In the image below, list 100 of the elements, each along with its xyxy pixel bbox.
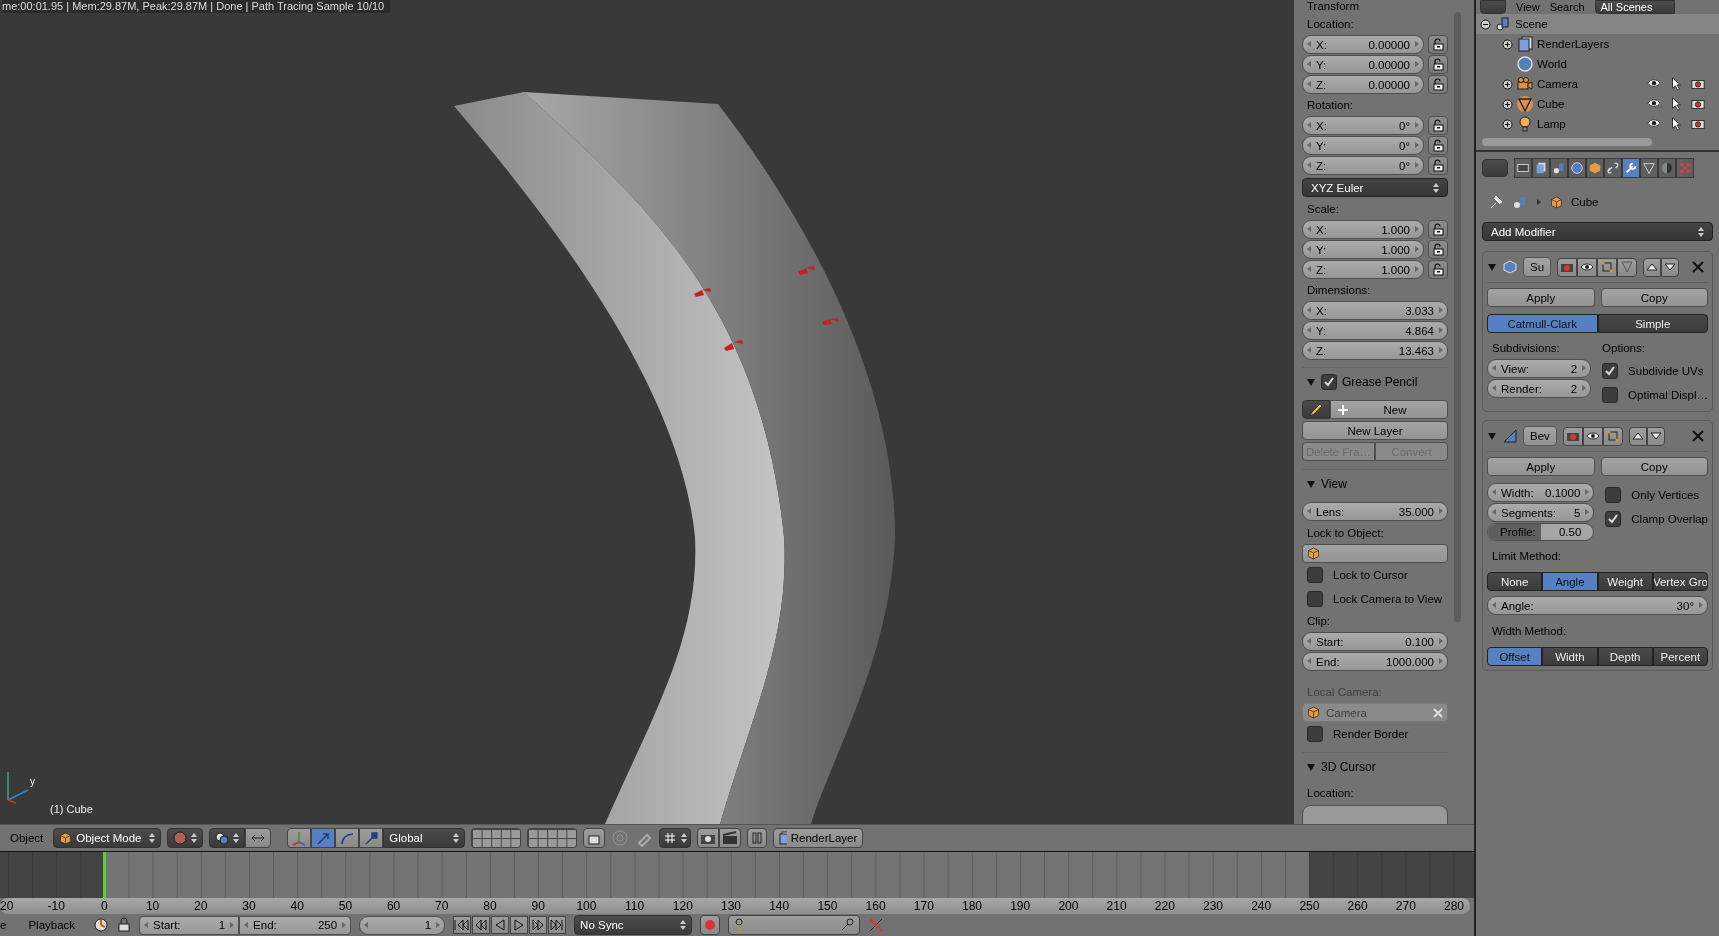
display-toggle[interactable] <box>1602 426 1623 446</box>
outliner-item-label[interactable]: RenderLayers <box>1537 38 1610 50</box>
properties-tab[interactable] <box>1622 158 1640 178</box>
number-field[interactable]: Render: 2 <box>1487 379 1592 398</box>
pin-icon[interactable] <box>1488 194 1504 210</box>
number-field[interactable]: Z: 1.000 <box>1302 260 1424 279</box>
snap-toggle[interactable] <box>245 828 272 848</box>
checkbox-label[interactable]: Clamp Overlap <box>1631 513 1708 525</box>
display-toggle[interactable] <box>1577 257 1598 277</box>
camera-icon[interactable] <box>1691 77 1705 91</box>
number-field[interactable]: Start: 0.100 <box>1302 632 1448 651</box>
number-field[interactable] <box>1302 805 1448 824</box>
number-field[interactable]: Y: 4.864 <box>1302 321 1448 340</box>
outliner-item-label[interactable]: World <box>1537 58 1567 70</box>
manipulator-toggle[interactable] <box>287 828 312 848</box>
option-tab[interactable]: Angle <box>1542 572 1598 591</box>
checkbox[interactable] <box>1602 387 1619 403</box>
checkbox-label[interactable]: Subdivide UVs <box>1628 365 1704 377</box>
display-toggle[interactable] <box>1562 426 1583 446</box>
new-layer-button[interactable]: New Layer <box>1302 421 1448 440</box>
playback-control-icon[interactable] <box>491 916 510 934</box>
clock-icon[interactable] <box>93 917 110 933</box>
disclosure-triangle-icon[interactable] <box>1487 262 1497 272</box>
pencil-dropdown[interactable] <box>1302 400 1330 419</box>
move-up-button[interactable] <box>1628 426 1647 446</box>
number-field[interactable]: Width: 0.1000 <box>1487 483 1595 502</box>
display-toggle[interactable] <box>1582 426 1603 446</box>
lock-button[interactable] <box>1428 240 1448 259</box>
checkbox[interactable] <box>1307 567 1323 583</box>
lock-button[interactable] <box>1428 260 1448 279</box>
lock-button[interactable] <box>1428 156 1448 175</box>
playback-control-icon[interactable] <box>453 916 472 934</box>
panel-title[interactable]: View <box>1321 477 1347 491</box>
checkbox-label[interactable]: Render Border <box>1333 728 1409 740</box>
properties-tab[interactable] <box>1514 158 1532 178</box>
display-toggle[interactable] <box>1617 257 1638 277</box>
playback-control-icon[interactable] <box>548 916 567 934</box>
option-tab[interactable]: Width <box>1542 647 1598 666</box>
lock-button[interactable] <box>1428 116 1448 135</box>
number-field[interactable]: Segments: 5 <box>1487 503 1595 522</box>
properties-tab[interactable] <box>1550 158 1568 178</box>
copy-button[interactable]: Copy <box>1600 288 1708 307</box>
option-tab[interactable]: Offset <box>1487 647 1543 666</box>
manipulator-toggle[interactable] <box>359 828 384 848</box>
properties-tab[interactable] <box>1532 158 1550 178</box>
menu-item[interactable]: View <box>1516 1 1540 13</box>
cursor-arrow-icon[interactable] <box>1669 97 1683 111</box>
display-toggle[interactable] <box>1597 257 1618 277</box>
orientation-dropdown[interactable]: Global <box>383 828 466 848</box>
start-frame-field[interactable]: Start: 1 <box>139 915 240 935</box>
properties-tab[interactable] <box>1604 158 1622 178</box>
outliner-row[interactable]: Scene <box>1476 14 1719 34</box>
collapse-icon[interactable] <box>1480 18 1491 30</box>
option-tab[interactable]: Percent <box>1652 647 1708 666</box>
cursor-arrow-icon[interactable] <box>1669 117 1683 131</box>
object-menu[interactable]: Object <box>6 832 48 844</box>
remove-key-icon[interactable] <box>868 917 885 933</box>
lock-layers-toggle[interactable] <box>583 828 606 848</box>
outliner-item-label[interactable]: Lamp <box>1537 118 1566 130</box>
properties-tab[interactable] <box>1586 158 1604 178</box>
mode-dropdown[interactable]: Object Mode <box>53 828 162 848</box>
layer-buttons[interactable] <box>471 828 522 848</box>
properties-tab[interactable] <box>1640 158 1658 178</box>
number-field[interactable]: Z: 13.463 <box>1302 341 1448 360</box>
checkbox[interactable] <box>1321 374 1337 390</box>
number-field[interactable]: Y: 0.00000 <box>1302 55 1424 74</box>
outliner-row[interactable]: Cube <box>1476 94 1719 114</box>
object-field[interactable] <box>1302 544 1448 563</box>
checkbox[interactable] <box>1605 487 1622 503</box>
checkbox[interactable] <box>1602 363 1619 379</box>
record-button[interactable] <box>700 915 721 935</box>
manipulator-toggle[interactable] <box>335 828 360 848</box>
checkbox-label[interactable]: Lock Camera to View <box>1333 593 1443 605</box>
apply-button[interactable]: Apply <box>1487 457 1595 476</box>
checkbox[interactable] <box>1307 726 1323 742</box>
panel-title[interactable]: Grease Pencil <box>1342 375 1418 389</box>
outliner-row[interactable]: Camera <box>1476 74 1719 94</box>
number-field[interactable]: X: 0° <box>1302 116 1424 135</box>
scene-filter-dropdown[interactable]: All Scenes <box>1594 0 1675 14</box>
lock-icon[interactable] <box>117 917 132 933</box>
camera-icon[interactable] <box>1691 117 1705 131</box>
checkbox-label[interactable]: Only Vertices <box>1631 489 1700 501</box>
checkbox[interactable] <box>1307 591 1323 607</box>
copy-button[interactable]: Copy <box>1600 457 1708 476</box>
outliner-item-label[interactable]: Scene <box>1515 18 1548 30</box>
expand-icon[interactable] <box>1502 118 1513 130</box>
number-field[interactable]: Angle: 30° <box>1487 596 1708 615</box>
timeline-track[interactable] <box>0 852 1474 898</box>
frame-ruler[interactable]: 20 -10 0 10 20 30 40 50 60 70 80 90 100 110 120 130 140 150 160 170 180 190 200 210 220 230 240 250 260 270 280 <box>0 898 1470 914</box>
menu-item[interactable]: e <box>0 919 7 931</box>
checkbox[interactable] <box>1605 511 1622 527</box>
option-tab[interactable]: Weight <box>1597 572 1653 591</box>
playback-control-icon[interactable] <box>529 916 548 934</box>
close-icon[interactable] <box>1692 430 1704 442</box>
properties-tab[interactable] <box>1568 158 1586 178</box>
playback-control-icon[interactable] <box>510 916 529 934</box>
checkbox-label[interactable]: Optimal Displ… <box>1628 389 1708 401</box>
number-field[interactable]: Z: 0° <box>1302 156 1424 175</box>
close-icon[interactable] <box>1692 261 1704 273</box>
number-field[interactable]: Y: 1.000 <box>1302 240 1424 259</box>
